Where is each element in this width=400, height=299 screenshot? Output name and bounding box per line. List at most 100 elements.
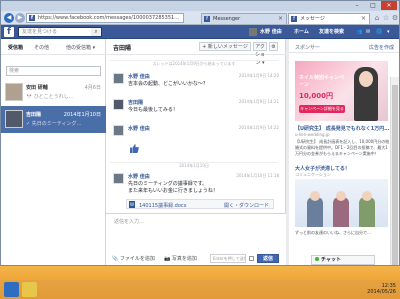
ad-person-head bbox=[336, 191, 346, 201]
settings-gear-icon[interactable]: ⚙ bbox=[391, 14, 399, 22]
search-icon[interactable]: ⌕ bbox=[91, 28, 101, 36]
date-separator: 2014年1月10日 bbox=[110, 162, 278, 169]
conversation-item[interactable]: 吉田陽 2014年1月10日 ✓ 先日のミーティング… bbox=[1, 106, 106, 133]
like-thumb-icon bbox=[130, 144, 139, 153]
tab-messages[interactable]: f メッセージ × bbox=[288, 13, 370, 24]
ad-person-head bbox=[310, 191, 320, 201]
message-time: 2014年1月9日 14:22 bbox=[238, 125, 279, 130]
conversation-snippet: ✓ 先日のミーティング… bbox=[26, 121, 82, 127]
message-text-line2: また来年もいいお金に行きましょうね！ bbox=[128, 188, 218, 194]
home-icon[interactable]: ⌂ bbox=[373, 14, 381, 22]
compose-toolbar: 📎 ファイルを追加 📷 写真を追加 Enterを押して送信 返信 bbox=[106, 252, 286, 265]
ad-title[interactable]: 【U研究生】 成長発見でもれなく1万円… bbox=[295, 125, 389, 132]
reply-textarea[interactable]: 返信を入力… bbox=[114, 218, 274, 244]
tab-more-inbox[interactable]: 他の受信箱 ▾ bbox=[66, 44, 95, 51]
ad-model-face bbox=[359, 71, 373, 87]
create-ad-link[interactable]: 広告を作成 bbox=[369, 44, 394, 51]
ad-banner-text: ネイル特別キャンペーン bbox=[299, 75, 345, 88]
download-link[interactable]: 開く・ダウンロード bbox=[224, 202, 269, 209]
gear-icon[interactable]: ⚙ bbox=[269, 42, 278, 51]
ie-taskbar-icon[interactable] bbox=[4, 282, 19, 297]
thread-header: 吉田陽 + 新しいメッセージ アクション ▾ ⚙ bbox=[106, 39, 286, 66]
page-scrollbar[interactable] bbox=[390, 77, 399, 265]
message-time: 2014年1月9日 14:20 bbox=[238, 73, 279, 78]
profile-link[interactable]: 水野 佳由 bbox=[260, 28, 282, 36]
attach-file-button[interactable]: 📎 ファイルを追加 bbox=[112, 255, 155, 262]
fb-search-input[interactable]: 友達を見つける ⌕ bbox=[18, 27, 102, 37]
facebook-favicon-icon: f bbox=[29, 15, 35, 21]
new-message-button[interactable]: + 新しいメッセージ bbox=[199, 42, 251, 51]
find-friends-link[interactable]: 友達を検索 bbox=[319, 28, 344, 36]
conversation-name: 吉田陽 bbox=[26, 112, 42, 118]
inbox-tabs: 受信箱 その他 他の受信箱 ▾ bbox=[1, 39, 106, 55]
avatar bbox=[113, 73, 124, 84]
add-photo-label: 写真を追加 bbox=[171, 256, 197, 262]
clock-date: 2014/05/26 bbox=[367, 289, 396, 295]
home-link[interactable]: ホーム bbox=[294, 28, 309, 36]
message-thread-panel: 吉田陽 + 新しいメッセージ アクション ▾ ⚙ スレッドは2014年1月9日か… bbox=[106, 39, 286, 265]
thread-title: 吉田陽 bbox=[113, 45, 132, 52]
back-button[interactable]: ◀ bbox=[4, 13, 14, 23]
ad-banner-button[interactable]: キャンペーン詳細を見る bbox=[299, 105, 345, 113]
tab-inbox[interactable]: 受信箱 bbox=[8, 44, 23, 51]
actions-button[interactable]: アクション ▾ bbox=[253, 42, 267, 66]
message-time: 2014年1月10日 11:18 bbox=[236, 173, 279, 178]
chat-bar[interactable]: チャット bbox=[311, 255, 375, 265]
conversation-list-panel: 受信箱 その他 他の受信箱 ▾ 検索 安田 研輔 4月6日 🎌 ひとことうれし…… bbox=[1, 39, 106, 265]
compose-box: 返信を入力… 📎 ファイルを追加 📷 写真を追加 Enterを押して送信 返信 bbox=[106, 213, 286, 265]
minimize-button[interactable]: – bbox=[349, 1, 365, 10]
close-button[interactable]: ✕ bbox=[381, 1, 397, 10]
url-text: https://www.facebook.com/messages/100003… bbox=[38, 15, 179, 21]
ad-banner-price: 10,000円 bbox=[299, 92, 334, 100]
conversation-item[interactable]: 安田 研輔 4月6日 🎌 ひとことうれし… bbox=[1, 79, 106, 106]
word-doc-icon: W bbox=[129, 201, 135, 208]
notifications-icon[interactable]: 🌐 bbox=[376, 28, 382, 36]
enter-to-send-checkbox[interactable] bbox=[249, 256, 254, 261]
favorites-star-icon[interactable]: ☆ bbox=[382, 14, 390, 22]
tab-close-icon[interactable]: × bbox=[278, 14, 283, 24]
send-button[interactable]: 返信 bbox=[257, 254, 279, 263]
fb-search-placeholder: 友達を見つける bbox=[22, 29, 58, 35]
scrollbar-thumb[interactable] bbox=[392, 85, 398, 265]
ad-image[interactable] bbox=[295, 179, 388, 227]
tab-messenger[interactable]: f Messenger × bbox=[201, 13, 287, 24]
avatar[interactable] bbox=[249, 28, 257, 36]
conversation-search-input[interactable]: 検索 bbox=[6, 66, 101, 76]
ad-banner-image[interactable]: ネイル特別キャンペーン 10,000円 キャンペーン詳細を見る bbox=[295, 61, 388, 121]
taskbar-clock: 12:35 2014/05/26 bbox=[367, 283, 396, 295]
avatar bbox=[5, 83, 23, 101]
friend-requests-icon[interactable]: 👥 bbox=[356, 28, 362, 36]
file-name: 140115議事録.docx bbox=[139, 203, 187, 209]
browser-window: – □ ✕ ◀ ▶ f https://www.facebook.com/mes… bbox=[0, 0, 400, 266]
attach-file-label: ファイルを追加 bbox=[119, 256, 155, 262]
ad-description: 【U研究生】 成長計画表を記入し、10,000円分の結婚式の資料を提供中。DF1… bbox=[295, 139, 390, 156]
ad-title[interactable]: 大人女子が渋滞してる！ bbox=[295, 165, 350, 172]
avatar bbox=[113, 173, 124, 184]
avatar bbox=[113, 125, 124, 136]
add-photo-button[interactable]: 📷 写真を追加 bbox=[164, 255, 197, 262]
conversation-date: 4月6日 bbox=[84, 85, 101, 91]
address-bar[interactable]: f https://www.facebook.com/messages/1000… bbox=[26, 13, 184, 23]
file-attachment[interactable]: W 140115議事録.docx 開く・ダウンロード bbox=[126, 199, 274, 209]
explorer-taskbar-icon[interactable] bbox=[22, 282, 37, 297]
ads-sidebar: スポンサー 広告を作成 ネイル特別キャンペーン 10,000円 キャンペーン詳細… bbox=[289, 39, 399, 265]
tab-close-icon[interactable]: × bbox=[361, 14, 366, 24]
account-menu-icon[interactable]: ▾ bbox=[387, 28, 390, 36]
ad-url[interactable]: コミュニケーション bbox=[295, 172, 331, 178]
message-time: 2014年1月9日 14:21 bbox=[238, 99, 279, 104]
ad-url[interactable]: u-ken-wedding.jp bbox=[295, 132, 330, 137]
taskbar bbox=[0, 280, 400, 299]
ad-person-figure bbox=[359, 197, 375, 227]
avatar bbox=[5, 110, 23, 128]
address-toolbar: ◀ ▶ f https://www.facebook.com/messages/… bbox=[1, 11, 399, 25]
tab-messenger-label: Messenger bbox=[213, 16, 241, 22]
thread-start-separator: スレッドは2014年1月9日から始まっています bbox=[110, 60, 278, 67]
facebook-logo-icon[interactable]: f bbox=[4, 27, 14, 37]
ad-person-figure bbox=[307, 197, 323, 227]
tab-other[interactable]: その他 bbox=[34, 44, 49, 51]
page-content: 受信箱 その他 他の受信箱 ▾ 検索 安田 研輔 4月6日 🎌 ひとことうれし…… bbox=[1, 39, 399, 265]
message-text: 吉本会の起動、どこがいいかな～？ bbox=[128, 81, 208, 87]
forward-button[interactable]: ▶ bbox=[15, 13, 25, 23]
maximize-button[interactable]: □ bbox=[365, 1, 381, 10]
messages-icon[interactable]: ✉ bbox=[366, 28, 370, 36]
